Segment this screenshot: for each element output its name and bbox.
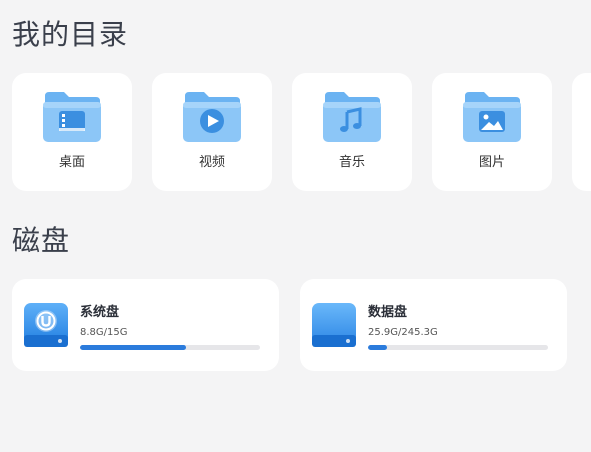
disk-progress-data: [368, 345, 548, 350]
disk-name-system: 系统盘: [80, 305, 120, 320]
disk-card-data[interactable]: 数据盘 25.9G/245.3G: [300, 279, 567, 371]
directory-label-desktop: 桌面: [58, 155, 85, 170]
directory-card-music[interactable]: 音乐: [292, 73, 412, 191]
directory-card-desktop[interactable]: 桌面: [12, 73, 132, 191]
directory-card-picture[interactable]: 图片: [432, 73, 552, 191]
section-title-directories: 我的目录: [12, 18, 129, 51]
picture-folder-icon: [463, 92, 521, 142]
data-disk-icon: [312, 303, 356, 347]
music-folder-icon: [323, 92, 381, 142]
disk-card-system[interactable]: 系统盘 8.8G/15G: [12, 279, 279, 371]
directory-card-video[interactable]: 视频: [152, 73, 272, 191]
directory-label-music: 音乐: [338, 155, 365, 170]
desktop-folder-icon: [43, 92, 101, 142]
disk-progress-fill-system: [80, 345, 187, 350]
disk-usage-data: 25.9G/245.3G: [368, 327, 438, 338]
video-folder-icon: [183, 92, 241, 142]
directory-label-picture: 图片: [478, 155, 505, 170]
disk-progress-fill-data: [368, 345, 388, 350]
directory-card-more[interactable]: [572, 73, 591, 191]
section-title-disks: 磁盘: [12, 224, 71, 257]
disk-usage-system: 8.8G/15G: [80, 327, 128, 338]
directory-label-video: 视频: [198, 155, 225, 170]
disk-progress-system: [80, 345, 260, 350]
system-disk-icon: [24, 303, 68, 347]
disk-name-data: 数据盘: [368, 305, 408, 320]
